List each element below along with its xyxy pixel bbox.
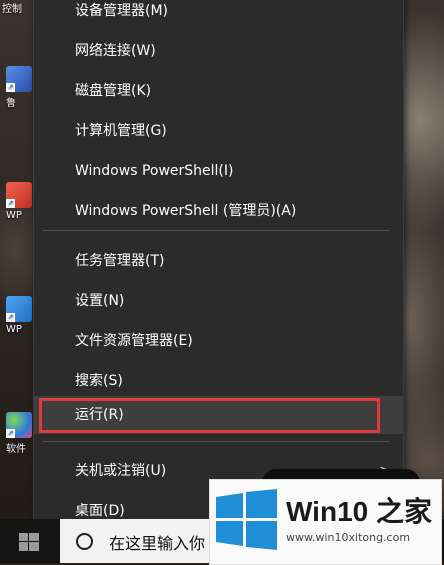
desktop-shortcut-label: WP xyxy=(6,324,22,335)
windows-logo-icon xyxy=(19,533,39,551)
shortcut-arrow-icon: ↗ xyxy=(6,199,15,208)
menu-item-label: 磁盘管理(K) xyxy=(75,83,152,99)
menu-item-label: 设置(N) xyxy=(75,293,125,309)
menu-item-label: 计算机管理(G) xyxy=(75,123,167,139)
menu-item-label: 任务管理器(T) xyxy=(75,253,165,269)
menu-item-device-manager[interactable]: 设备管理器(M) xyxy=(34,0,403,30)
app-icon: ↗ xyxy=(6,182,32,208)
winx-context-menu: 设备管理器(M) 网络连接(W) 磁盘管理(K) 计算机管理(G) Window… xyxy=(33,0,404,531)
desktop-shortcut-4[interactable]: ↗ 软件 xyxy=(6,412,32,455)
watermark-url: www.win10xitong.com xyxy=(286,531,411,544)
run-highlight-box xyxy=(39,398,380,433)
desktop-shortcut-3[interactable]: ↗ WP xyxy=(6,296,32,335)
shortcut-arrow-icon: ↗ xyxy=(6,429,15,438)
app-icon: ↗ xyxy=(6,66,32,92)
menu-item-search[interactable]: 搜索(S) xyxy=(34,362,403,400)
shortcut-arrow-icon: ↗ xyxy=(6,313,15,322)
menu-item-powershell[interactable]: Windows PowerShell(I) xyxy=(34,152,403,190)
desktop-shortcut-2[interactable]: ↗ WP xyxy=(6,182,32,221)
menu-item-label: 网络连接(W) xyxy=(75,43,156,59)
watermark-badge: Win10 之家 www.win10xitong.com xyxy=(209,479,442,565)
watermark-brand: Win10 之家 xyxy=(286,496,432,527)
start-button[interactable] xyxy=(0,519,60,563)
menu-item-label: Windows PowerShell(I) xyxy=(75,163,234,179)
menu-item-label: 关机或注销(U) xyxy=(75,463,167,479)
menu-item-label: 搜索(S) xyxy=(75,373,123,389)
windows-logo-icon xyxy=(216,489,277,550)
menu-item-network-connections[interactable]: 网络连接(W) xyxy=(34,32,403,70)
search-placeholder: 在这里输入你 xyxy=(109,534,206,553)
desktop-shortcut-label: WP xyxy=(6,210,22,221)
desktop-shortcut-1[interactable]: ↗ 鲁 xyxy=(6,66,32,109)
menu-item-label: Windows PowerShell (管理员)(A) xyxy=(75,203,297,219)
menu-item-powershell-admin[interactable]: Windows PowerShell (管理员)(A) xyxy=(34,192,403,230)
taskbar-search-box[interactable]: 在这里输入你 xyxy=(60,519,220,563)
menu-item-label: 设备管理器(M) xyxy=(75,3,169,19)
menu-separator xyxy=(42,441,390,442)
app-icon: ↗ xyxy=(6,412,32,438)
cortana-circle-icon xyxy=(76,533,93,550)
desktop-shortcut-label: 软件 xyxy=(6,444,26,455)
menu-item-task-manager[interactable]: 任务管理器(T) xyxy=(34,242,403,280)
menu-item-computer-management[interactable]: 计算机管理(G) xyxy=(34,112,403,150)
menu-item-settings[interactable]: 设置(N) xyxy=(34,282,403,320)
menu-item-label: 文件资源管理器(E) xyxy=(75,333,193,349)
menu-item-file-explorer[interactable]: 文件资源管理器(E) xyxy=(34,322,403,360)
desktop-shortcut-label: 鲁 xyxy=(6,98,16,109)
shortcut-arrow-icon: ↗ xyxy=(6,83,15,92)
menu-item-disk-management[interactable]: 磁盘管理(K) xyxy=(34,72,403,110)
menu-separator xyxy=(42,230,390,231)
desktop-icon-label: 控制 xyxy=(2,4,22,15)
app-icon: ↗ xyxy=(6,296,32,322)
